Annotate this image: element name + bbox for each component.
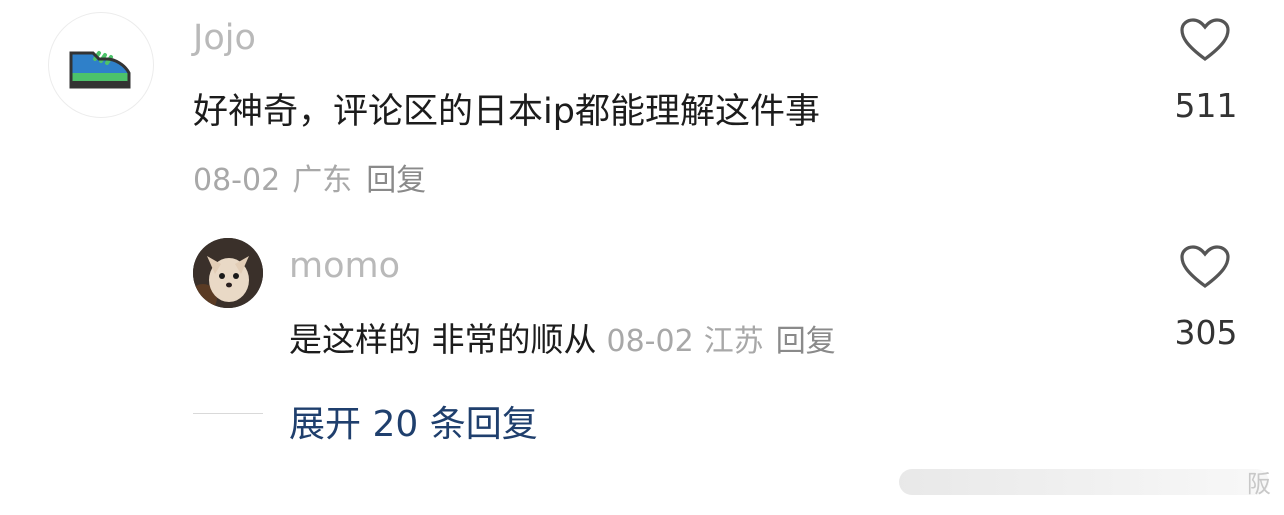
reply-content: 是这样的 非常的顺从 08-02 江苏 回复 <box>289 313 836 361</box>
comment-text: 好神奇，评论区的日本ip都能理解这件事 <box>193 92 820 132</box>
comment-username[interactable]: Jojo <box>193 21 256 56</box>
divider-line <box>193 413 263 414</box>
avatar-momo[interactable] <box>193 238 263 308</box>
watermark-text: 阪 <box>1247 470 1271 498</box>
dog-photo <box>193 238 263 308</box>
like-count: 511 <box>1174 86 1238 125</box>
like-button[interactable] <box>1180 18 1230 66</box>
reply-reply-button[interactable]: 回复 <box>776 324 836 359</box>
avatar-jojo[interactable] <box>48 12 154 118</box>
reply-username[interactable]: momo <box>289 249 400 284</box>
reply-date: 08-02 <box>606 324 694 359</box>
reply-button[interactable]: 回复 <box>366 163 426 198</box>
heart-icon <box>1180 245 1230 288</box>
watermark: 阪 <box>875 462 1275 502</box>
watermark-bar <box>899 469 1269 495</box>
reply-like-count: 305 <box>1174 313 1238 352</box>
reply-text: 是这样的 非常的顺从 <box>289 320 597 359</box>
reply-meta: 08-02 江苏 回复 <box>607 324 836 359</box>
reply-like-button[interactable] <box>1180 245 1230 293</box>
expand-replies-link[interactable]: 展开 20 条回复 <box>289 395 538 447</box>
comment-date: 08-02 <box>193 163 281 198</box>
sneaker-icon <box>69 51 131 89</box>
comment-meta: 08-02 广东 回复 <box>193 155 426 199</box>
reply-location: 江苏 <box>703 324 764 359</box>
comment-location: 广东 <box>292 163 353 198</box>
heart-icon <box>1180 18 1230 61</box>
